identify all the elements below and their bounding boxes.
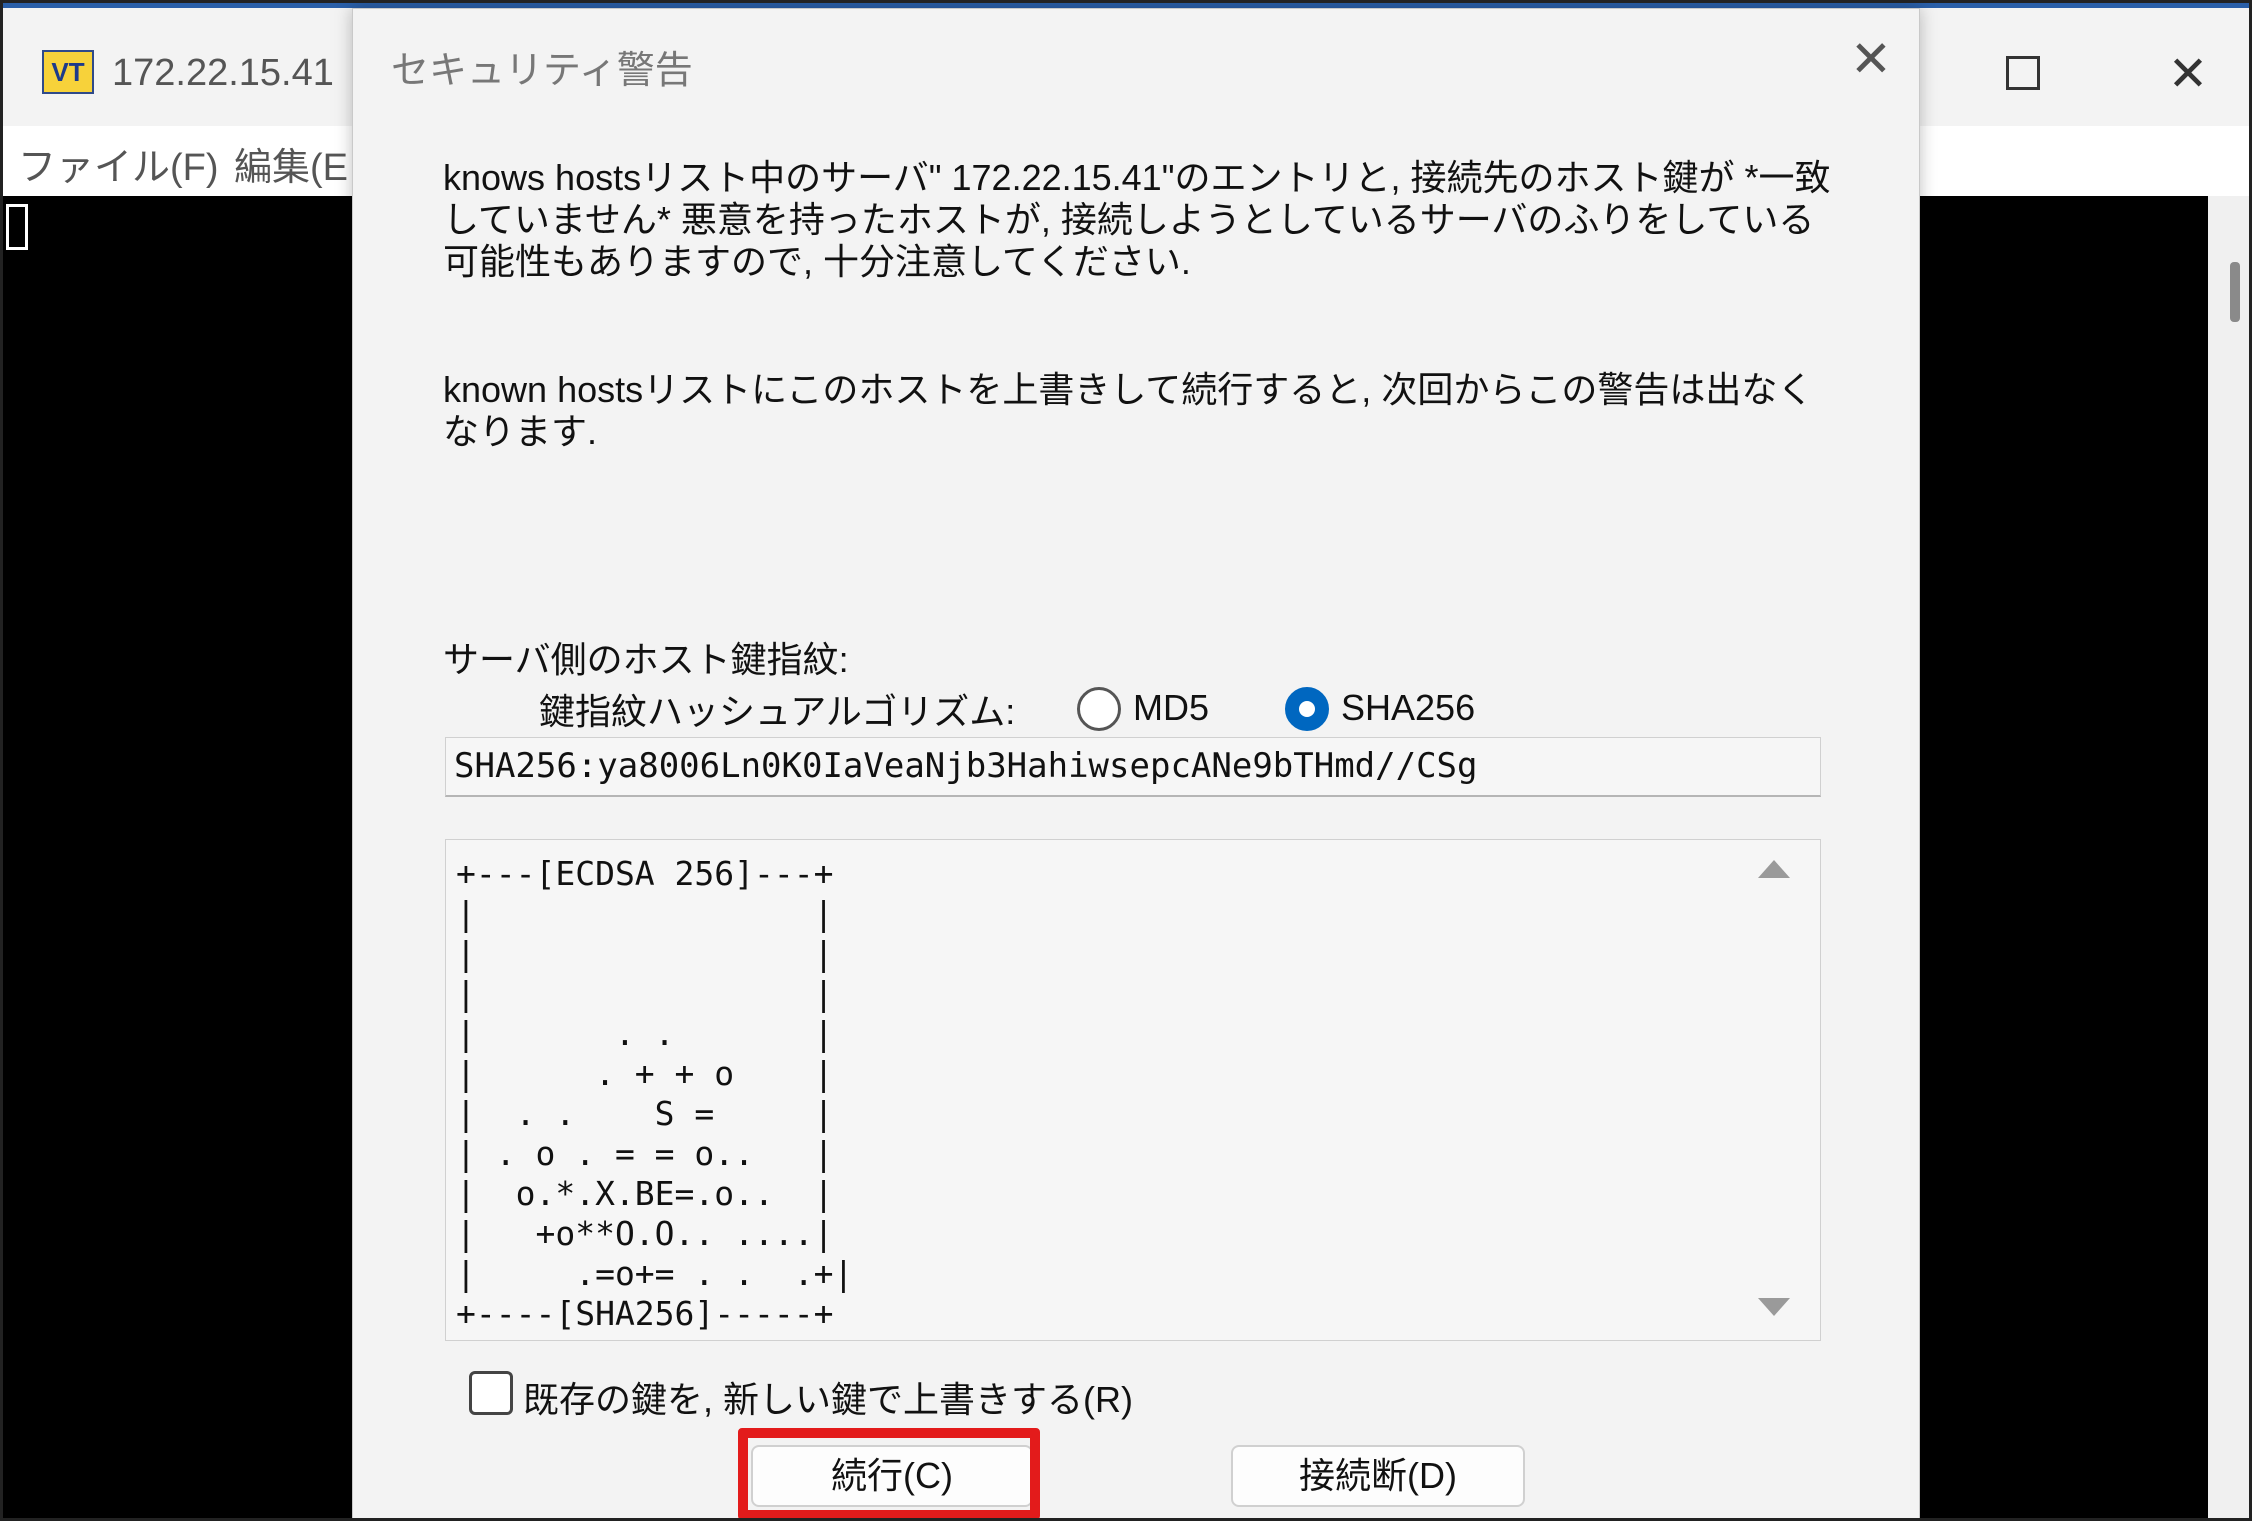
md5-radio-label[interactable]: MD5 [1133, 687, 1209, 729]
overwrite-checkbox[interactable] [469, 1371, 513, 1415]
menu-file[interactable]: ファイル(F) [18, 136, 219, 191]
dialog-title: セキュリティ警告 [391, 50, 693, 92]
terminal-cursor [6, 204, 28, 250]
teraterm-app-icon: VT [42, 50, 94, 94]
dialog-titlebar: セキュリティ警告 ✕ [353, 9, 1919, 119]
continue-highlight-box [738, 1428, 1040, 1520]
md5-radio[interactable] [1077, 687, 1121, 731]
scroll-up-icon[interactable] [1758, 860, 1790, 878]
maximize-icon[interactable] [2006, 56, 2040, 90]
menu-edit[interactable]: 編集(E [234, 136, 348, 191]
terminal-scroll-thumb[interactable] [2230, 262, 2240, 322]
terminal-scrollbar[interactable] [2208, 196, 2252, 1521]
mismatch-message: knows hostsリスト中のサーバ" 172.22.15.41"のエントリと… [443, 157, 1831, 282]
terminal-title: 172.22.15.41 [112, 52, 334, 94]
randomart-text: +---[ECDSA 256]---+ | | | | | | | . . | … [456, 854, 854, 1333]
overwrite-checkbox-label[interactable]: 既存の鍵を, 新しい鍵で上書きする(R) [523, 1371, 1133, 1423]
fingerprint-field[interactable]: SHA256:ya8006Ln0K0IaVeaNjb3HahiwsepcANe9… [445, 737, 1821, 797]
randomart-textarea[interactable]: +---[ECDSA 256]---+ | | | | | | | . . | … [445, 839, 1821, 1341]
close-icon[interactable]: ✕ [2162, 48, 2214, 100]
security-warning-dialog: セキュリティ警告 ✕ knows hostsリスト中のサーバ" 172.22.1… [352, 8, 1920, 1521]
hash-algorithm-label: 鍵指紋ハッシュアルゴリズム: [539, 691, 1016, 732]
sha256-radio[interactable] [1285, 687, 1329, 731]
taskbar-strip [0, 0, 2252, 8]
sha256-radio-label[interactable]: SHA256 [1341, 687, 1475, 729]
fingerprint-label: サーバ側のホスト鍵指紋: [443, 639, 849, 680]
close-icon[interactable]: ✕ [1843, 31, 1899, 87]
scroll-down-icon[interactable] [1758, 1298, 1790, 1316]
disconnect-button[interactable]: 接続断(D) [1231, 1445, 1525, 1507]
overwrite-info-message: known hostsリストにこのホストを上書きして続行すると, 次回からこの警… [443, 369, 1814, 452]
